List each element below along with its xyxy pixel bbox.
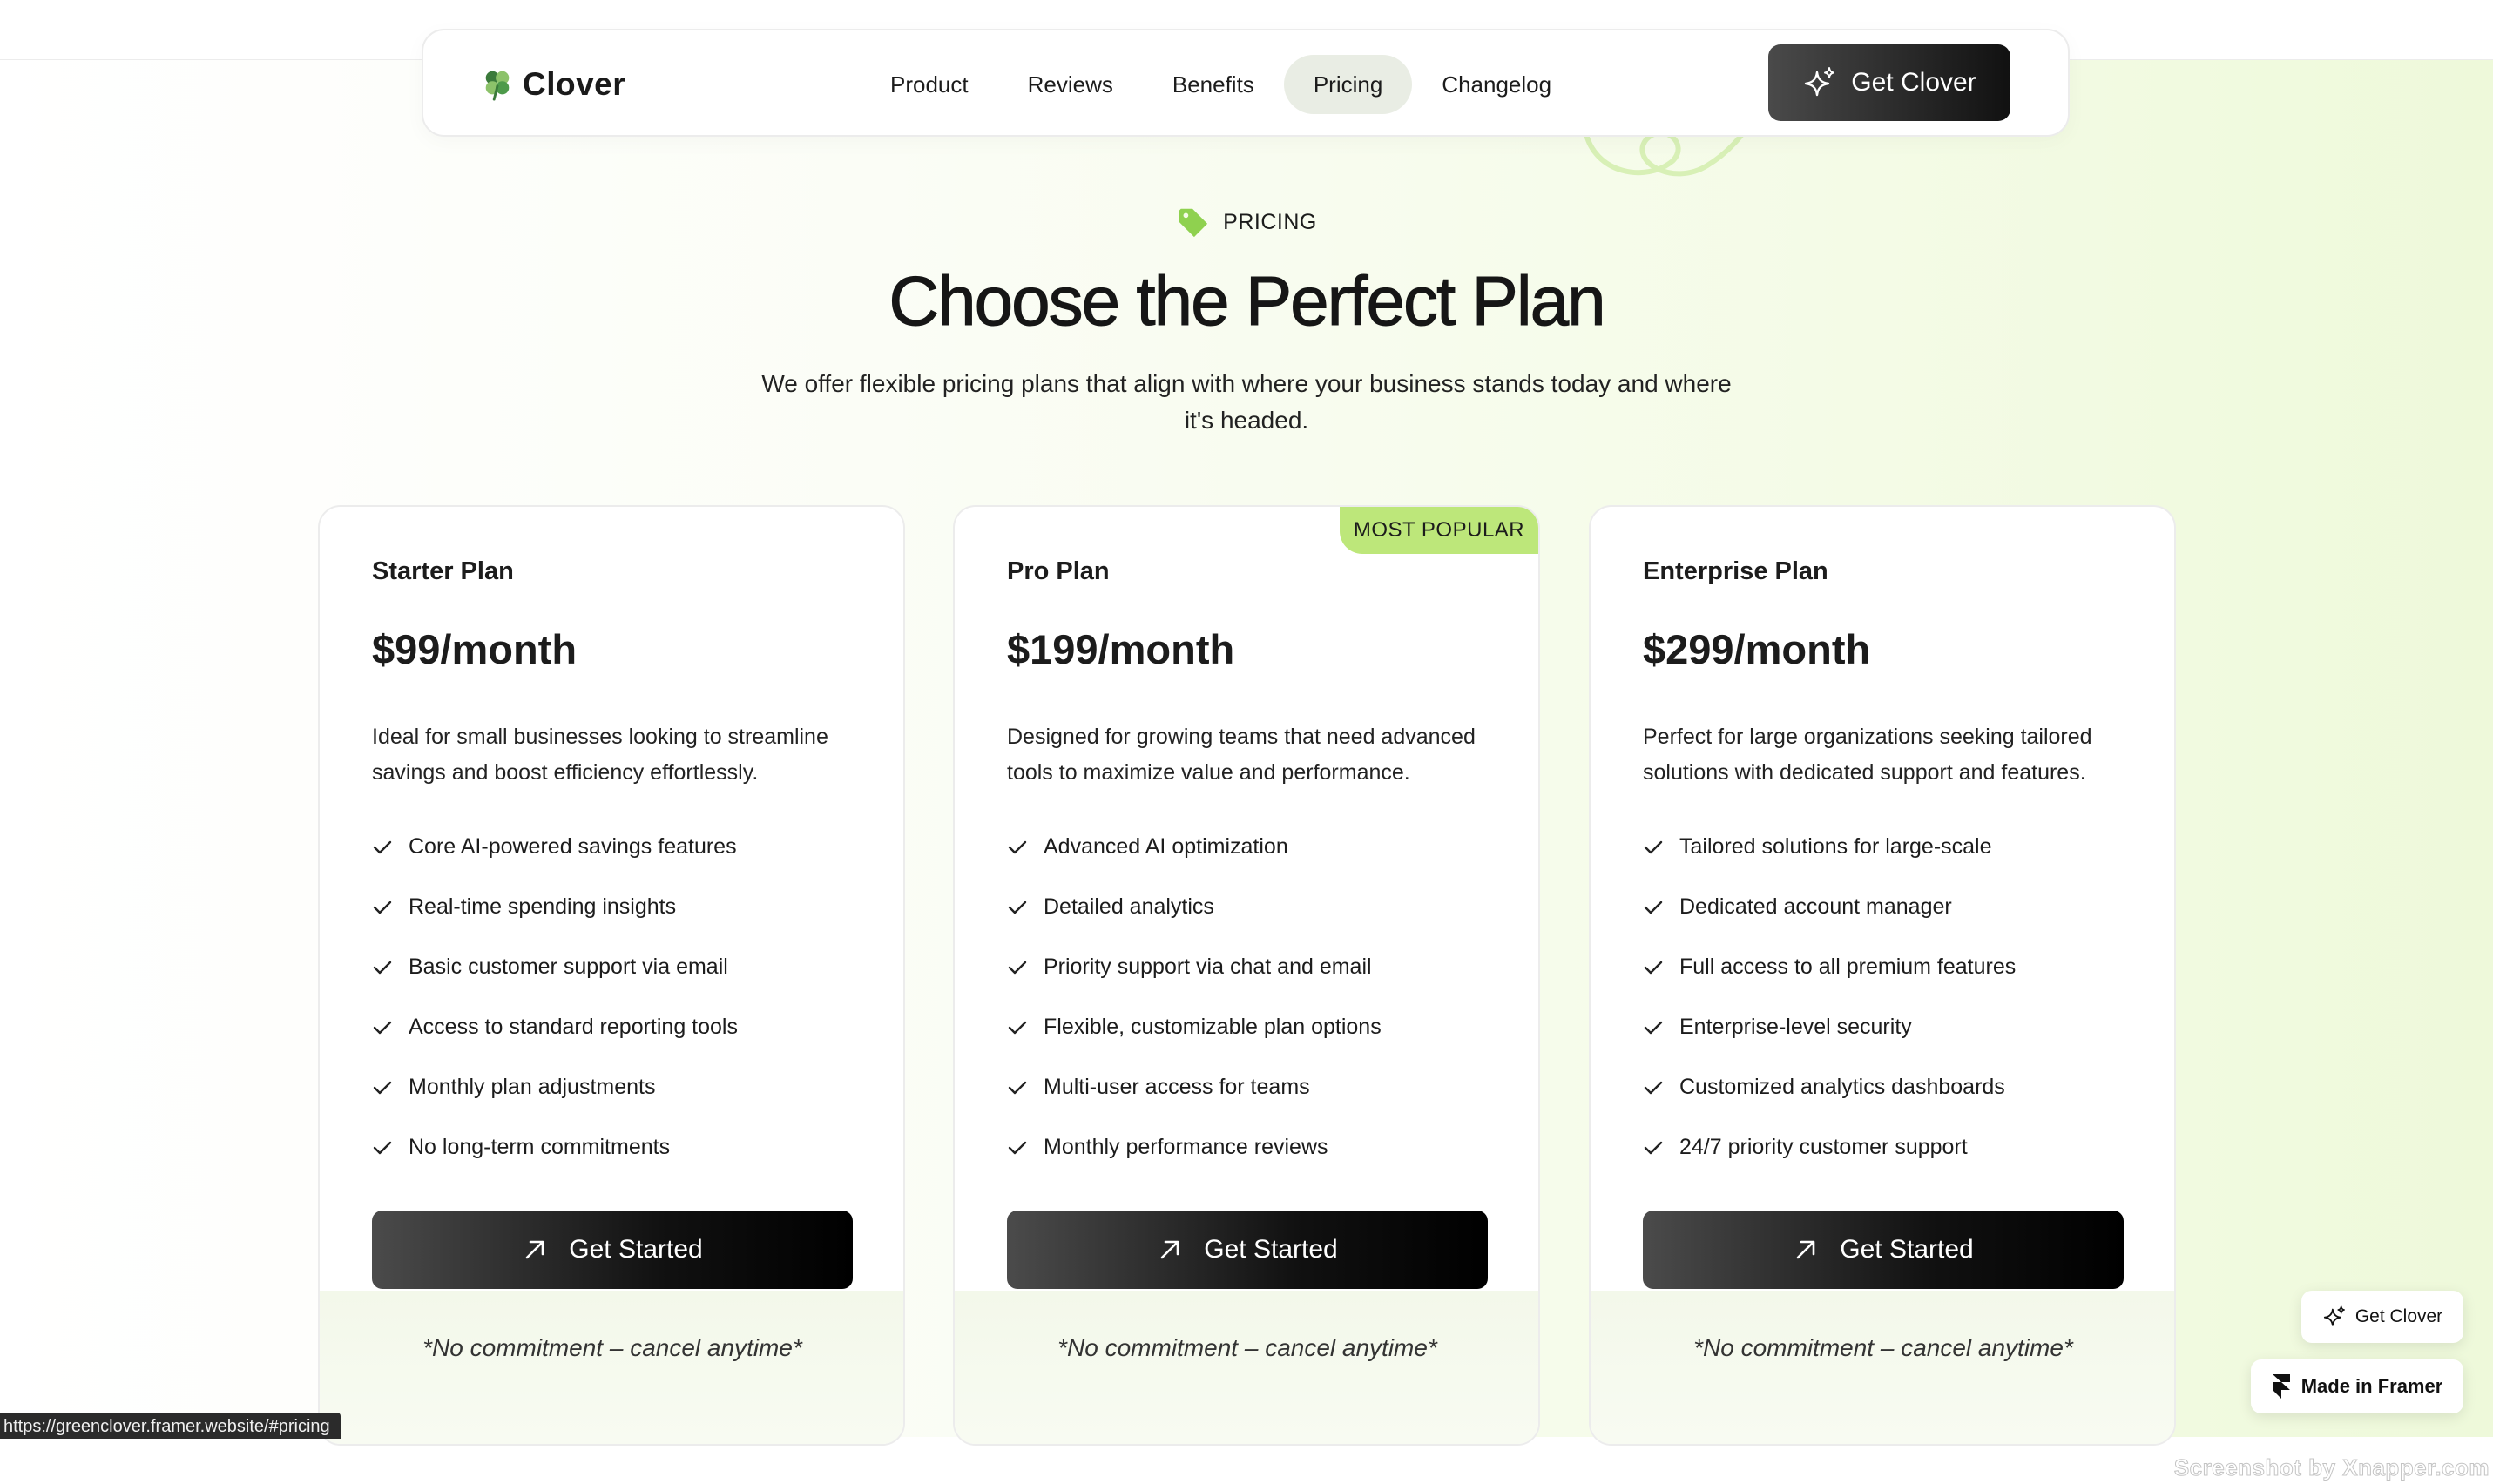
get-clover-button[interactable]: Get Clover bbox=[1768, 44, 2010, 121]
plan-name: Enterprise Plan bbox=[1643, 557, 1828, 585]
arrow-up-right-icon bbox=[1160, 1240, 1179, 1259]
get-started-label: Get Started bbox=[1204, 1235, 1338, 1264]
clover-icon bbox=[485, 71, 510, 101]
feature-item: Customized analytics dashboards bbox=[1643, 1057, 2016, 1117]
get-clover-label: Get Clover bbox=[1851, 68, 1976, 97]
feature-item: Monthly performance reviews bbox=[1007, 1117, 1382, 1177]
sparkle-icon bbox=[1805, 67, 1835, 97]
sparkle-icon bbox=[2323, 1305, 2345, 1326]
feature-item: Flexible, customizable plan options bbox=[1007, 997, 1382, 1057]
arrow-up-right-icon bbox=[1796, 1240, 1815, 1259]
check-icon bbox=[373, 1081, 392, 1094]
feature-item: Multi-user access for teams bbox=[1007, 1057, 1382, 1117]
get-started-button[interactable]: Get Started bbox=[1643, 1211, 2124, 1289]
feature-item: Real-time spending insights bbox=[372, 877, 738, 937]
framer-icon bbox=[2272, 1374, 2290, 1399]
section-eyebrow: PRICING bbox=[0, 206, 2493, 239]
feature-item: Advanced AI optimization bbox=[1007, 817, 1382, 877]
check-icon bbox=[373, 1141, 392, 1154]
check-icon bbox=[1644, 1081, 1663, 1094]
check-icon bbox=[1644, 1141, 1663, 1154]
plan-card-pro: MOST POPULAR Pro Plan $199/month Designe… bbox=[953, 505, 1540, 1446]
check-icon bbox=[373, 840, 392, 853]
feature-list: Advanced AI optimization Detailed analyt… bbox=[1007, 817, 1382, 1177]
nav-link-reviews[interactable]: Reviews bbox=[998, 55, 1143, 114]
feature-list: Core AI-powered savings features Real-ti… bbox=[372, 817, 738, 1177]
feature-item: 24/7 priority customer support bbox=[1643, 1117, 2016, 1177]
plan-note: *No commitment – cancel anytime* bbox=[1693, 1334, 2073, 1361]
most-popular-badge: MOST POPULAR bbox=[1340, 507, 1538, 554]
top-navbar: Clover Product Reviews Benefits Pricing … bbox=[422, 29, 2070, 137]
nav-link-benefits[interactable]: Benefits bbox=[1143, 55, 1284, 114]
plan-description: Designed for growing teams that need adv… bbox=[1007, 725, 1476, 785]
check-icon bbox=[1644, 961, 1663, 974]
get-started-label: Get Started bbox=[569, 1235, 703, 1264]
get-started-button[interactable]: Get Started bbox=[372, 1211, 853, 1289]
tag-icon bbox=[1179, 208, 1208, 238]
check-icon bbox=[1008, 1021, 1027, 1034]
check-icon bbox=[1008, 840, 1027, 853]
check-icon bbox=[1008, 901, 1027, 914]
nav-link-pricing[interactable]: Pricing bbox=[1283, 55, 1413, 114]
nav-link-product[interactable]: Product bbox=[861, 55, 998, 114]
screenshot-watermark: Screenshot by Xnapper.com bbox=[2173, 1454, 2490, 1481]
feature-item: No long-term commitments bbox=[372, 1117, 738, 1177]
plan-card-starter: Starter Plan $99/month Ideal for small b… bbox=[318, 505, 905, 1446]
plan-price: $299/month bbox=[1643, 626, 1871, 672]
arrow-up-right-icon bbox=[525, 1240, 544, 1259]
feature-item: Enterprise-level security bbox=[1643, 997, 2016, 1057]
plan-note: *No commitment – cancel anytime* bbox=[422, 1334, 802, 1361]
brand-logo[interactable]: Clover bbox=[481, 57, 625, 112]
floating-get-clover-button[interactable]: Get Clover bbox=[2301, 1291, 2463, 1343]
feature-item: Core AI-powered savings features bbox=[372, 817, 738, 877]
plan-description: Perfect for large organizations seeking … bbox=[1643, 725, 2092, 785]
plan-description: Ideal for small businesses looking to st… bbox=[372, 725, 828, 785]
framer-label: Made in Framer bbox=[2300, 1375, 2443, 1397]
check-icon bbox=[373, 901, 392, 914]
brand-name: Clover bbox=[523, 66, 626, 102]
check-icon bbox=[1008, 1141, 1027, 1154]
feature-item: Priority support via chat and email bbox=[1007, 937, 1382, 997]
plan-price: $199/month bbox=[1007, 626, 1235, 672]
check-icon bbox=[373, 961, 392, 974]
feature-item: Full access to all premium features bbox=[1643, 937, 2016, 997]
feature-item: Tailored solutions for large-scale bbox=[1643, 817, 2016, 877]
feature-item: Detailed analytics bbox=[1007, 877, 1382, 937]
feature-list: Tailored solutions for large-scale Dedic… bbox=[1643, 817, 2016, 1177]
plan-name: Starter Plan bbox=[372, 557, 514, 585]
feature-item: Access to standard reporting tools bbox=[372, 997, 738, 1057]
eyebrow-label: PRICING bbox=[1223, 209, 1317, 234]
made-in-framer-badge[interactable]: Made in Framer bbox=[2251, 1359, 2463, 1413]
check-icon bbox=[1644, 1021, 1663, 1034]
plan-note: *No commitment – cancel anytime* bbox=[1057, 1334, 1437, 1361]
check-icon bbox=[1008, 961, 1027, 974]
plan-card-enterprise: Enterprise Plan $299/month Perfect for l… bbox=[1589, 505, 2176, 1446]
plan-name: Pro Plan bbox=[1007, 557, 1110, 585]
get-started-label: Get Started bbox=[1840, 1235, 1974, 1264]
page-subtitle: We offer flexible pricing plans that ali… bbox=[761, 370, 1732, 434]
check-icon bbox=[1008, 1081, 1027, 1094]
page-title: Choose the Perfect Plan bbox=[888, 262, 1606, 341]
nav-links: Product Reviews Benefits Pricing Changel… bbox=[861, 55, 1581, 114]
check-icon bbox=[1644, 901, 1663, 914]
floating-cta-label: Get Clover bbox=[2354, 1306, 2443, 1326]
check-icon bbox=[1644, 840, 1663, 853]
nav-link-changelog[interactable]: Changelog bbox=[1412, 55, 1581, 114]
feature-item: Monthly plan adjustments bbox=[372, 1057, 738, 1117]
status-bar-url: https://greenclover.framer.website/#pric… bbox=[0, 1413, 341, 1439]
feature-item: Basic customer support via email bbox=[372, 937, 738, 997]
plan-price: $99/month bbox=[372, 626, 578, 672]
get-started-button[interactable]: Get Started bbox=[1007, 1211, 1488, 1289]
feature-item: Dedicated account manager bbox=[1643, 877, 2016, 937]
check-icon bbox=[373, 1021, 392, 1034]
